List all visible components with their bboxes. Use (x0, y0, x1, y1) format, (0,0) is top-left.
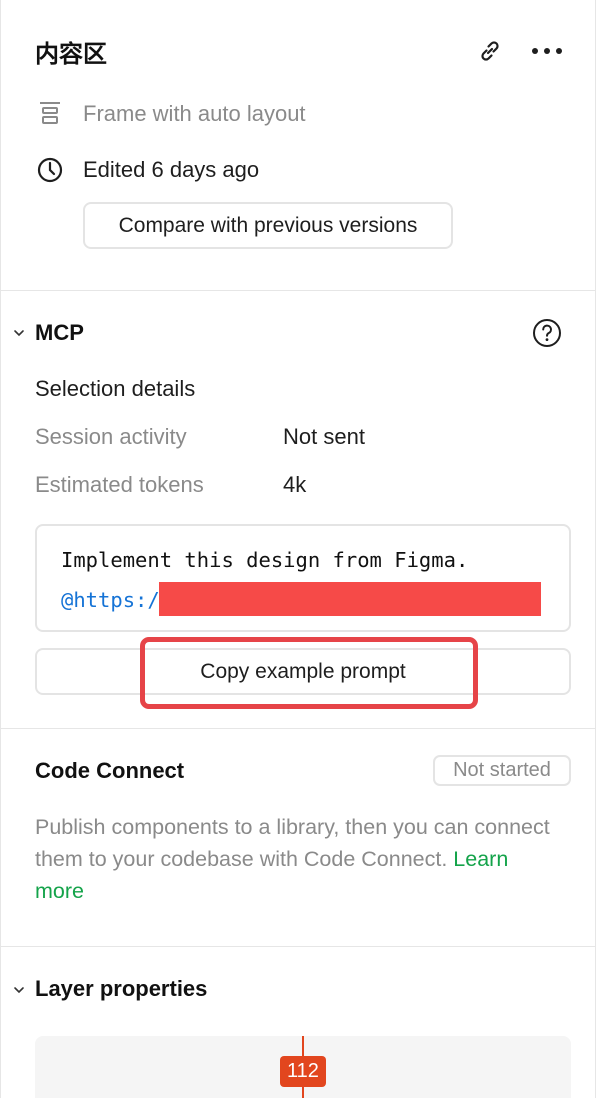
more-icon[interactable] (527, 38, 567, 64)
estimated-tokens-value: 4k (283, 472, 307, 497)
prompt-link: @https:// (61, 588, 173, 612)
compare-versions-button[interactable]: Compare with previous versions (83, 202, 453, 249)
header-section: 内容区 Frame with auto layout Edited 6 days… (1, 0, 595, 291)
code-connect-title: Code Connect (35, 758, 185, 783)
estimated-tokens-label: Estimated tokens (35, 472, 204, 497)
status-badge: Not started (433, 755, 571, 786)
selection-details-label: Selection details (35, 376, 196, 401)
properties-panel: 内容区 Frame with auto layout Edited 6 days… (0, 0, 596, 1098)
code-connect-description: Publish components to a library, then yo… (35, 811, 555, 907)
redaction-bar (159, 582, 541, 616)
edited-label: Edited 6 days ago (83, 157, 260, 182)
chevron-down-icon[interactable] (11, 325, 27, 341)
chevron-down-icon[interactable] (11, 982, 27, 998)
help-icon[interactable] (531, 317, 563, 349)
link-icon[interactable] (475, 36, 505, 66)
mcp-title: MCP (35, 320, 84, 345)
session-activity-label: Session activity (35, 424, 187, 449)
frame-layout-icon (40, 102, 60, 124)
example-prompt-box: Implement this design from Figma. @https… (35, 524, 571, 632)
copy-example-prompt-button[interactable]: Copy example prompt (35, 648, 571, 695)
frame-type-label: Frame with auto layout (83, 101, 306, 126)
layer-properties-title: Layer properties (35, 976, 208, 1001)
measurement-badge: 112 (280, 1056, 326, 1087)
session-activity-value: Not sent (283, 424, 365, 449)
page-title: 内容区 (35, 41, 107, 68)
prompt-text: Implement this design from Figma. (61, 548, 469, 572)
clock-icon (37, 157, 63, 183)
